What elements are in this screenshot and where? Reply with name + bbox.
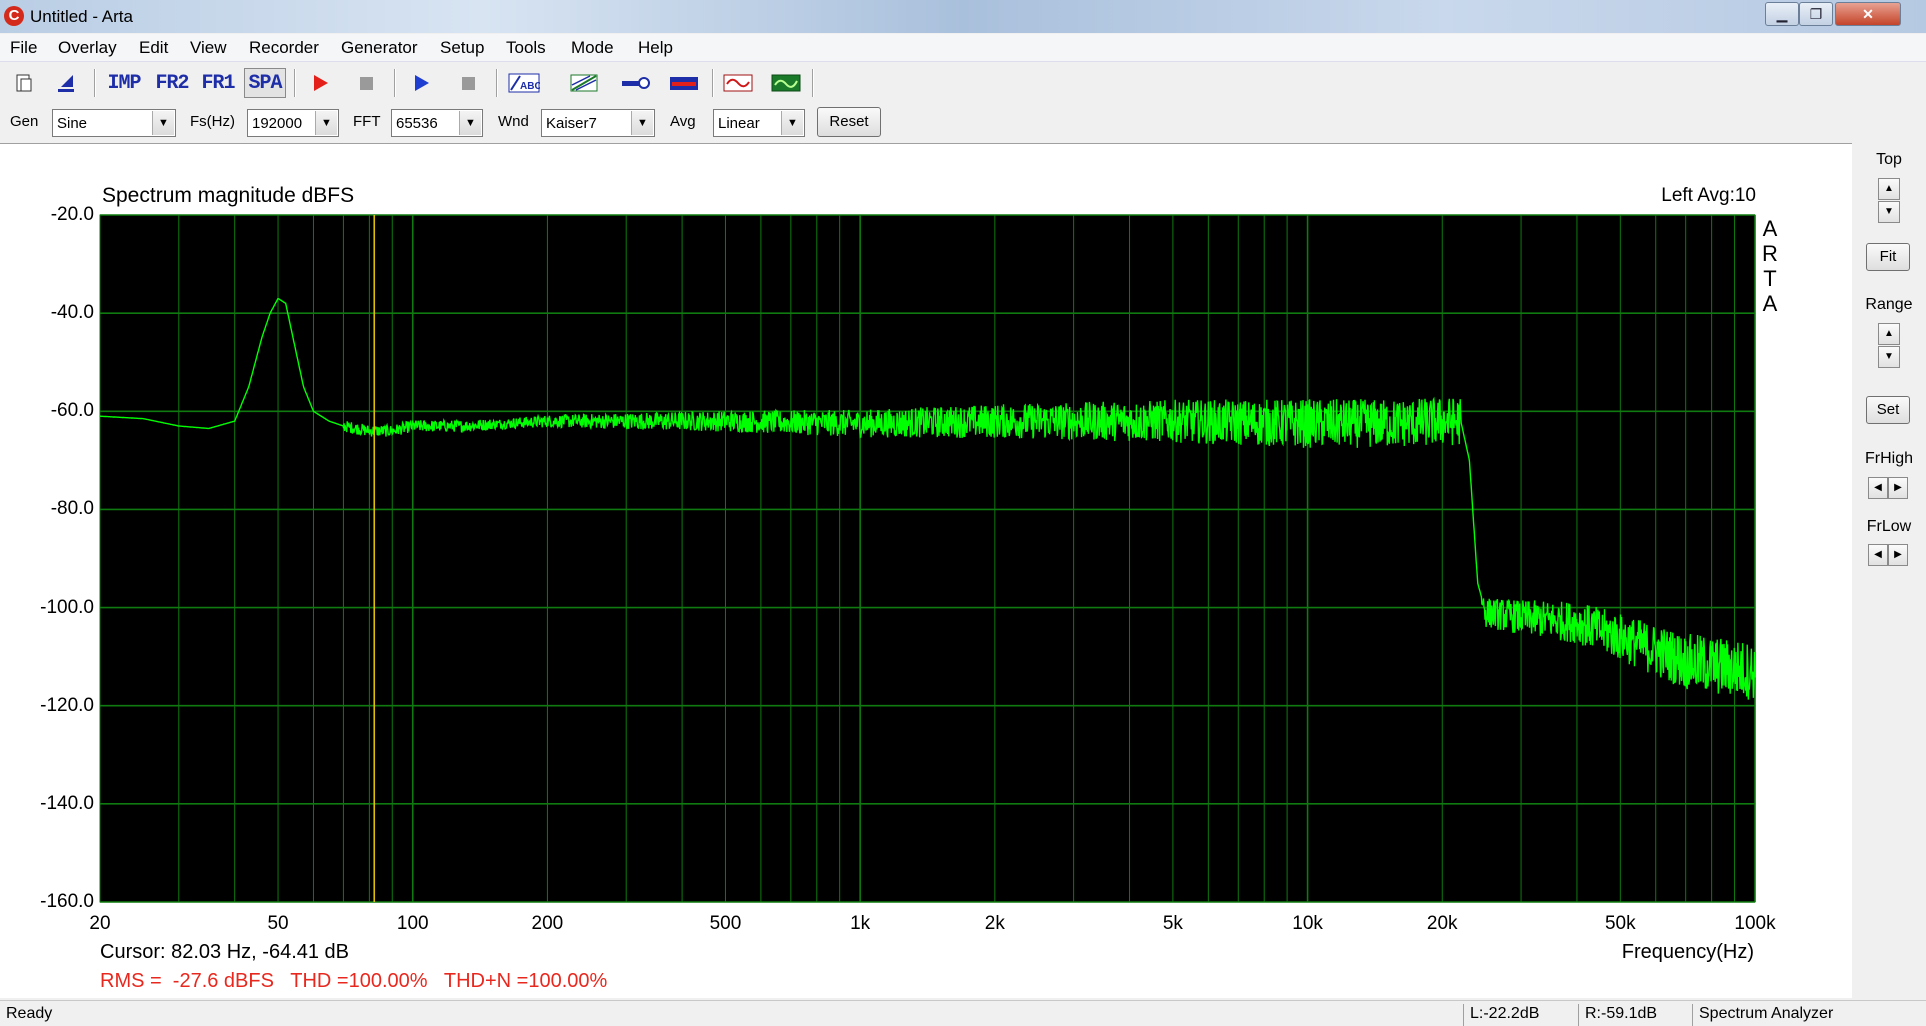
status-bar: Ready L:-22.2dB R:-59.1dB Spectrum Analy… <box>0 1000 1926 1026</box>
status-mode: Spectrum Analyzer <box>1692 1004 1926 1026</box>
side-panel: Top ▲ ▼ Fit Range ▲ ▼ Set FrHigh ◀ ▶ FrL… <box>1852 143 1926 998</box>
x-tick-label: 10k <box>1292 913 1323 934</box>
x-tick-label: 1k <box>850 913 871 934</box>
frhigh-right-button[interactable]: ▶ <box>1888 477 1908 499</box>
cursor-readout: Cursor: 82.03 Hz, -64.41 dB <box>100 941 350 963</box>
range-label: Range <box>1865 296 1913 313</box>
y-tick-label: -100.0 <box>40 596 94 618</box>
x-tick-label: 200 <box>531 913 564 934</box>
fit-button[interactable]: Fit <box>1866 243 1910 271</box>
y-tick-label: -160.0 <box>40 891 94 912</box>
y-tick-label: -80.0 <box>50 498 94 520</box>
frhigh-left-button[interactable]: ◀ <box>1868 477 1888 499</box>
x-tick-label: 50 <box>267 913 289 934</box>
status-right-level: R:-59.1dB <box>1578 1004 1693 1026</box>
set-button[interactable]: Set <box>1866 396 1910 424</box>
frhigh-label: FrHigh <box>1864 450 1913 467</box>
top-up-button[interactable]: ▲ <box>1878 178 1900 200</box>
spectrum-chart[interactable] <box>0 0 1926 1026</box>
arta-window: C Untitled - Arta ▁ ❐ ✕ File Overlay Edi… <box>0 0 1926 1026</box>
top-down-button[interactable]: ▼ <box>1878 201 1900 223</box>
status-ready: Ready <box>6 1005 53 1022</box>
y-tick-label: -20.0 <box>50 204 94 225</box>
arta-watermark: A R T A <box>1762 216 1778 316</box>
y-tick-label: -140.0 <box>40 792 94 814</box>
y-tick-label: -60.0 <box>50 400 94 422</box>
x-axis-label: Frequency(Hz) <box>1621 941 1754 963</box>
x-tick-label: 100k <box>1734 913 1776 934</box>
x-tick-label: 20k <box>1426 913 1458 934</box>
top-label: Top <box>1876 151 1902 168</box>
x-tick-label: 2k <box>984 913 1005 934</box>
range-down-button[interactable]: ▼ <box>1878 346 1900 368</box>
y-tick-label: -120.0 <box>40 694 94 716</box>
x-tick-label: 50k <box>1604 913 1636 934</box>
rms-thd-readout: RMS = -27.6 dBFS THD =100.00% THD+N =100… <box>100 970 608 992</box>
y-tick-label: -40.0 <box>50 302 94 324</box>
x-tick-label: 20 <box>89 913 111 934</box>
status-left-level: L:-22.2dB <box>1463 1004 1581 1026</box>
x-tick-label: 500 <box>709 913 742 934</box>
x-tick-label: 100 <box>396 913 429 934</box>
frlow-left-button[interactable]: ◀ <box>1868 544 1888 566</box>
plot-background <box>99 214 1756 903</box>
frlow-right-button[interactable]: ▶ <box>1888 544 1908 566</box>
range-up-button[interactable]: ▲ <box>1878 323 1900 345</box>
x-tick-label: 5k <box>1162 913 1183 934</box>
frlow-label: FrLow <box>1866 518 1912 535</box>
